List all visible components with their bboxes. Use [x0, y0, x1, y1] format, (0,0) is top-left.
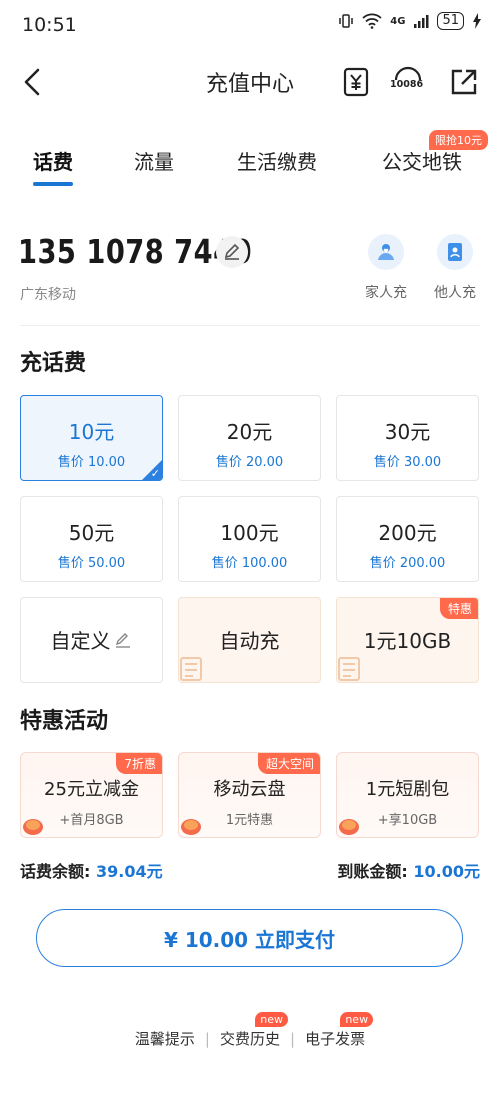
- amount-label: 100元: [220, 521, 279, 545]
- share-icon[interactable]: [448, 66, 480, 98]
- new-badge: new: [255, 1012, 288, 1027]
- wifi-icon: [362, 13, 382, 29]
- e-invoice-link[interactable]: 电子发票 new: [305, 1012, 374, 1049]
- amount-option-50[interactable]: 50元 售价 50.00: [20, 496, 163, 582]
- special-offer-badge: 特惠: [439, 598, 478, 619]
- arrival-info: 到账金额: 10.00元: [337, 858, 480, 882]
- signal-icon: [414, 15, 429, 28]
- price-label: 售价 10.00: [57, 455, 126, 470]
- pay-now-button[interactable]: ¥ 10.00 立即支付: [36, 909, 463, 967]
- charging-icon: [473, 13, 481, 29]
- separator: |: [290, 1029, 296, 1048]
- custom-amount-label: 自定义: [21, 598, 162, 682]
- pencil-icon: [115, 633, 130, 648]
- calendar-decoration-icon: [180, 657, 202, 681]
- price-label: 售价 20.00: [215, 455, 284, 470]
- tab-data[interactable]: 流量: [134, 146, 174, 175]
- status-time: 10:51: [22, 14, 77, 36]
- promo-badge: 7折惠: [116, 753, 162, 774]
- arrival-value: 10.00元: [413, 862, 480, 881]
- promo-title: 移动云盘: [213, 779, 286, 800]
- others-recharge-button[interactable]: 他人充: [425, 234, 485, 302]
- new-badge: new: [340, 1012, 374, 1027]
- checkmark-icon: ✓: [150, 467, 160, 480]
- promo-badge: 超大空间: [257, 753, 320, 774]
- balance-info: 话费余额: 39.04元: [20, 858, 163, 882]
- coin-decoration-icon: [181, 819, 201, 835]
- coin-decoration-icon: [339, 819, 359, 835]
- balance-label: 话费余额:: [20, 862, 96, 881]
- amount-label: 10元: [68, 420, 115, 444]
- promotions-section-title: 特惠活动: [20, 709, 109, 734]
- yuan-receipt-icon[interactable]: [340, 66, 372, 98]
- separator: |: [204, 1029, 210, 1048]
- amount-label: 50元: [68, 521, 115, 545]
- 1yuan-10gb-button[interactable]: 1元10GB 特惠: [336, 597, 479, 683]
- tab-promo-badge: 限抢10元: [429, 130, 488, 150]
- recharge-section-title: 充话费: [20, 351, 87, 376]
- promo-title: 25元立减金: [44, 779, 139, 800]
- amount-option-20[interactable]: 20元 售价 20.00: [178, 395, 321, 481]
- amount-label: 200元: [378, 521, 437, 545]
- promo-title: 1元短剧包: [365, 779, 450, 800]
- amount-option-30[interactable]: 30元 售价 30.00: [336, 395, 479, 481]
- family-recharge-button[interactable]: 家人充: [356, 234, 416, 302]
- edit-number-button[interactable]: [216, 236, 248, 268]
- category-tabs: 话费 流量 生活缴费 公交地铁 限抢10元: [0, 130, 500, 190]
- page-title: 充值中心: [205, 72, 294, 97]
- active-tab-indicator: [33, 182, 73, 186]
- coin-decoration-icon: [23, 819, 43, 835]
- auto-recharge-button[interactable]: 自动充: [178, 597, 321, 683]
- amount-option-10[interactable]: 10元 售价 10.00 ✓: [20, 395, 163, 481]
- amount-option-200[interactable]: 200元 售价 200.00: [336, 496, 479, 582]
- tab-phone-bill[interactable]: 话费: [33, 146, 73, 175]
- price-label: 售价 200.00: [369, 556, 446, 571]
- tab-transit[interactable]: 公交地铁: [382, 146, 462, 175]
- footer-links: 温馨提示 | 交费历史 new | 电子发票 new: [0, 1012, 500, 1049]
- arrival-label: 到账金额:: [337, 862, 414, 881]
- others-recharge-label: 他人充: [434, 285, 476, 301]
- promo-card-voucher[interactable]: 7折惠 25元立减金 +首月8GB: [20, 752, 163, 838]
- promo-card-short-drama[interactable]: 1元短剧包 +享10GB: [336, 752, 479, 838]
- price-label: 售价 30.00: [373, 455, 442, 470]
- tips-link[interactable]: 温馨提示: [135, 1028, 195, 1049]
- vibrate-icon: [339, 14, 354, 28]
- amount-option-100[interactable]: 100元 售价 100.00: [178, 496, 321, 582]
- contacts-book-icon: [448, 243, 462, 261]
- balance-value: 39.04元: [95, 862, 163, 881]
- tab-utilities[interactable]: 生活缴费: [237, 146, 317, 175]
- service-10086-icon[interactable]: 10086: [390, 66, 424, 98]
- pencil-icon: [224, 243, 240, 260]
- amount-label: 20元: [226, 420, 273, 444]
- status-icons: 4G 51: [338, 12, 482, 30]
- divider: [20, 325, 480, 326]
- family-heart-icon: [378, 244, 394, 260]
- network-label: 4G: [390, 15, 406, 27]
- amount-label: 30元: [384, 420, 431, 444]
- carrier-label: 广东移动: [20, 287, 76, 303]
- price-label: 售价 100.00: [211, 556, 288, 571]
- calendar-decoration-icon: [338, 657, 360, 681]
- family-recharge-label: 家人充: [365, 285, 407, 301]
- promo-card-cloud-disk[interactable]: 超大空间 移动云盘 1元特惠: [178, 752, 321, 838]
- battery-indicator: 51: [437, 12, 464, 30]
- custom-amount-button[interactable]: 自定义: [20, 597, 163, 683]
- price-label: 售价 50.00: [57, 556, 126, 571]
- service-number: 10086: [390, 79, 424, 90]
- payment-history-link[interactable]: 交费历史 new: [220, 1012, 288, 1049]
